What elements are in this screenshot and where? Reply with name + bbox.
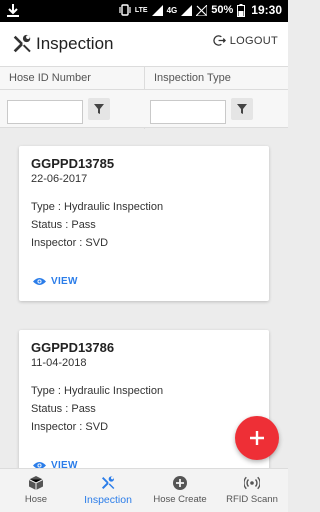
add-inspection-fab[interactable] xyxy=(235,416,279,460)
card-date: 11-04-2018 xyxy=(31,357,87,369)
vibrate-icon xyxy=(119,4,131,16)
nav-tab-hose[interactable]: Hose xyxy=(0,469,72,512)
table-header: Hose ID Number Inspection Type xyxy=(0,66,288,129)
nav-label-hose: Hose xyxy=(24,494,48,505)
inspection-card[interactable]: GGPPD13785 22-06-2017 Type : Hydraulic I… xyxy=(19,146,269,301)
card-status: Status : Pass xyxy=(31,403,96,415)
battery-percent: 50% xyxy=(211,4,234,16)
network-label: 4G xyxy=(166,5,178,15)
view-button[interactable]: VIEW xyxy=(33,276,78,287)
plus-icon xyxy=(250,431,264,445)
logout-icon xyxy=(213,35,226,46)
card-type: Type : Hydraulic Inspection xyxy=(31,201,164,213)
column-header-hose-id: Hose ID Number xyxy=(9,72,91,84)
card-hose-id: GGPPD13786 xyxy=(31,340,115,355)
tools-icon xyxy=(101,476,115,490)
nav-tab-rfid-scan[interactable]: RFID Scann xyxy=(216,469,288,512)
view-button[interactable]: VIEW xyxy=(33,460,78,468)
filter-row xyxy=(0,90,288,128)
filter-icon xyxy=(237,104,247,114)
nav-label-inspection: Inspection xyxy=(84,494,132,506)
rfid-icon xyxy=(244,476,260,490)
hose-id-filter-input[interactable] xyxy=(7,100,83,124)
card-inspector: Inspector : SVD xyxy=(31,237,109,249)
eye-icon xyxy=(33,278,46,285)
logout-label: LOGOUT xyxy=(229,34,278,47)
add-circle-icon xyxy=(173,476,187,490)
view-label: VIEW xyxy=(51,460,78,468)
eye-icon xyxy=(33,462,46,468)
card-date: 22-06-2017 xyxy=(31,173,88,185)
card-inspector: Inspector : SVD xyxy=(31,421,109,433)
signal-icon xyxy=(151,4,163,16)
card-hose-id: GGPPD13785 xyxy=(31,156,115,171)
clock: 19:30 xyxy=(251,3,282,17)
inspection-type-filter-button[interactable] xyxy=(231,98,253,120)
inspection-card[interactable]: GGPPD13786 11-04-2018 Type : Hydraulic I… xyxy=(19,330,269,468)
inspection-list[interactable]: GGPPD13785 22-06-2017 Type : Hydraulic I… xyxy=(0,128,288,468)
no-sim-icon xyxy=(196,4,208,16)
app-bar: Inspection LOGOUT xyxy=(0,22,288,66)
cube-icon xyxy=(28,476,44,490)
nav-label-rfid-scan: RFID Scann xyxy=(226,494,278,505)
view-label: VIEW xyxy=(51,276,78,287)
nav-label-hose-create: Hose Create xyxy=(153,494,207,505)
page-title: Inspection xyxy=(36,34,114,53)
inspection-type-filter-input[interactable] xyxy=(150,100,226,124)
battery-icon xyxy=(237,3,246,17)
nav-tab-inspection[interactable]: Inspection xyxy=(72,469,144,512)
notification-download-icon xyxy=(7,4,19,17)
lte-label: LTE xyxy=(134,6,148,14)
bottom-navigation: Hose Inspection Hose Create RFID Scann xyxy=(0,468,288,512)
column-header-inspection-type: Inspection Type xyxy=(154,72,231,84)
filter-icon xyxy=(94,104,104,114)
nav-tab-hose-create[interactable]: Hose Create xyxy=(144,469,216,512)
logout-button[interactable]: LOGOUT xyxy=(213,34,278,47)
tools-icon xyxy=(13,34,31,53)
card-status: Status : Pass xyxy=(31,219,96,231)
signal-icon-2 xyxy=(181,4,193,16)
card-type: Type : Hydraulic Inspection xyxy=(31,385,164,397)
hose-id-filter-button[interactable] xyxy=(88,98,110,120)
status-bar: LTE 4G 50% 19:30 xyxy=(0,0,288,22)
